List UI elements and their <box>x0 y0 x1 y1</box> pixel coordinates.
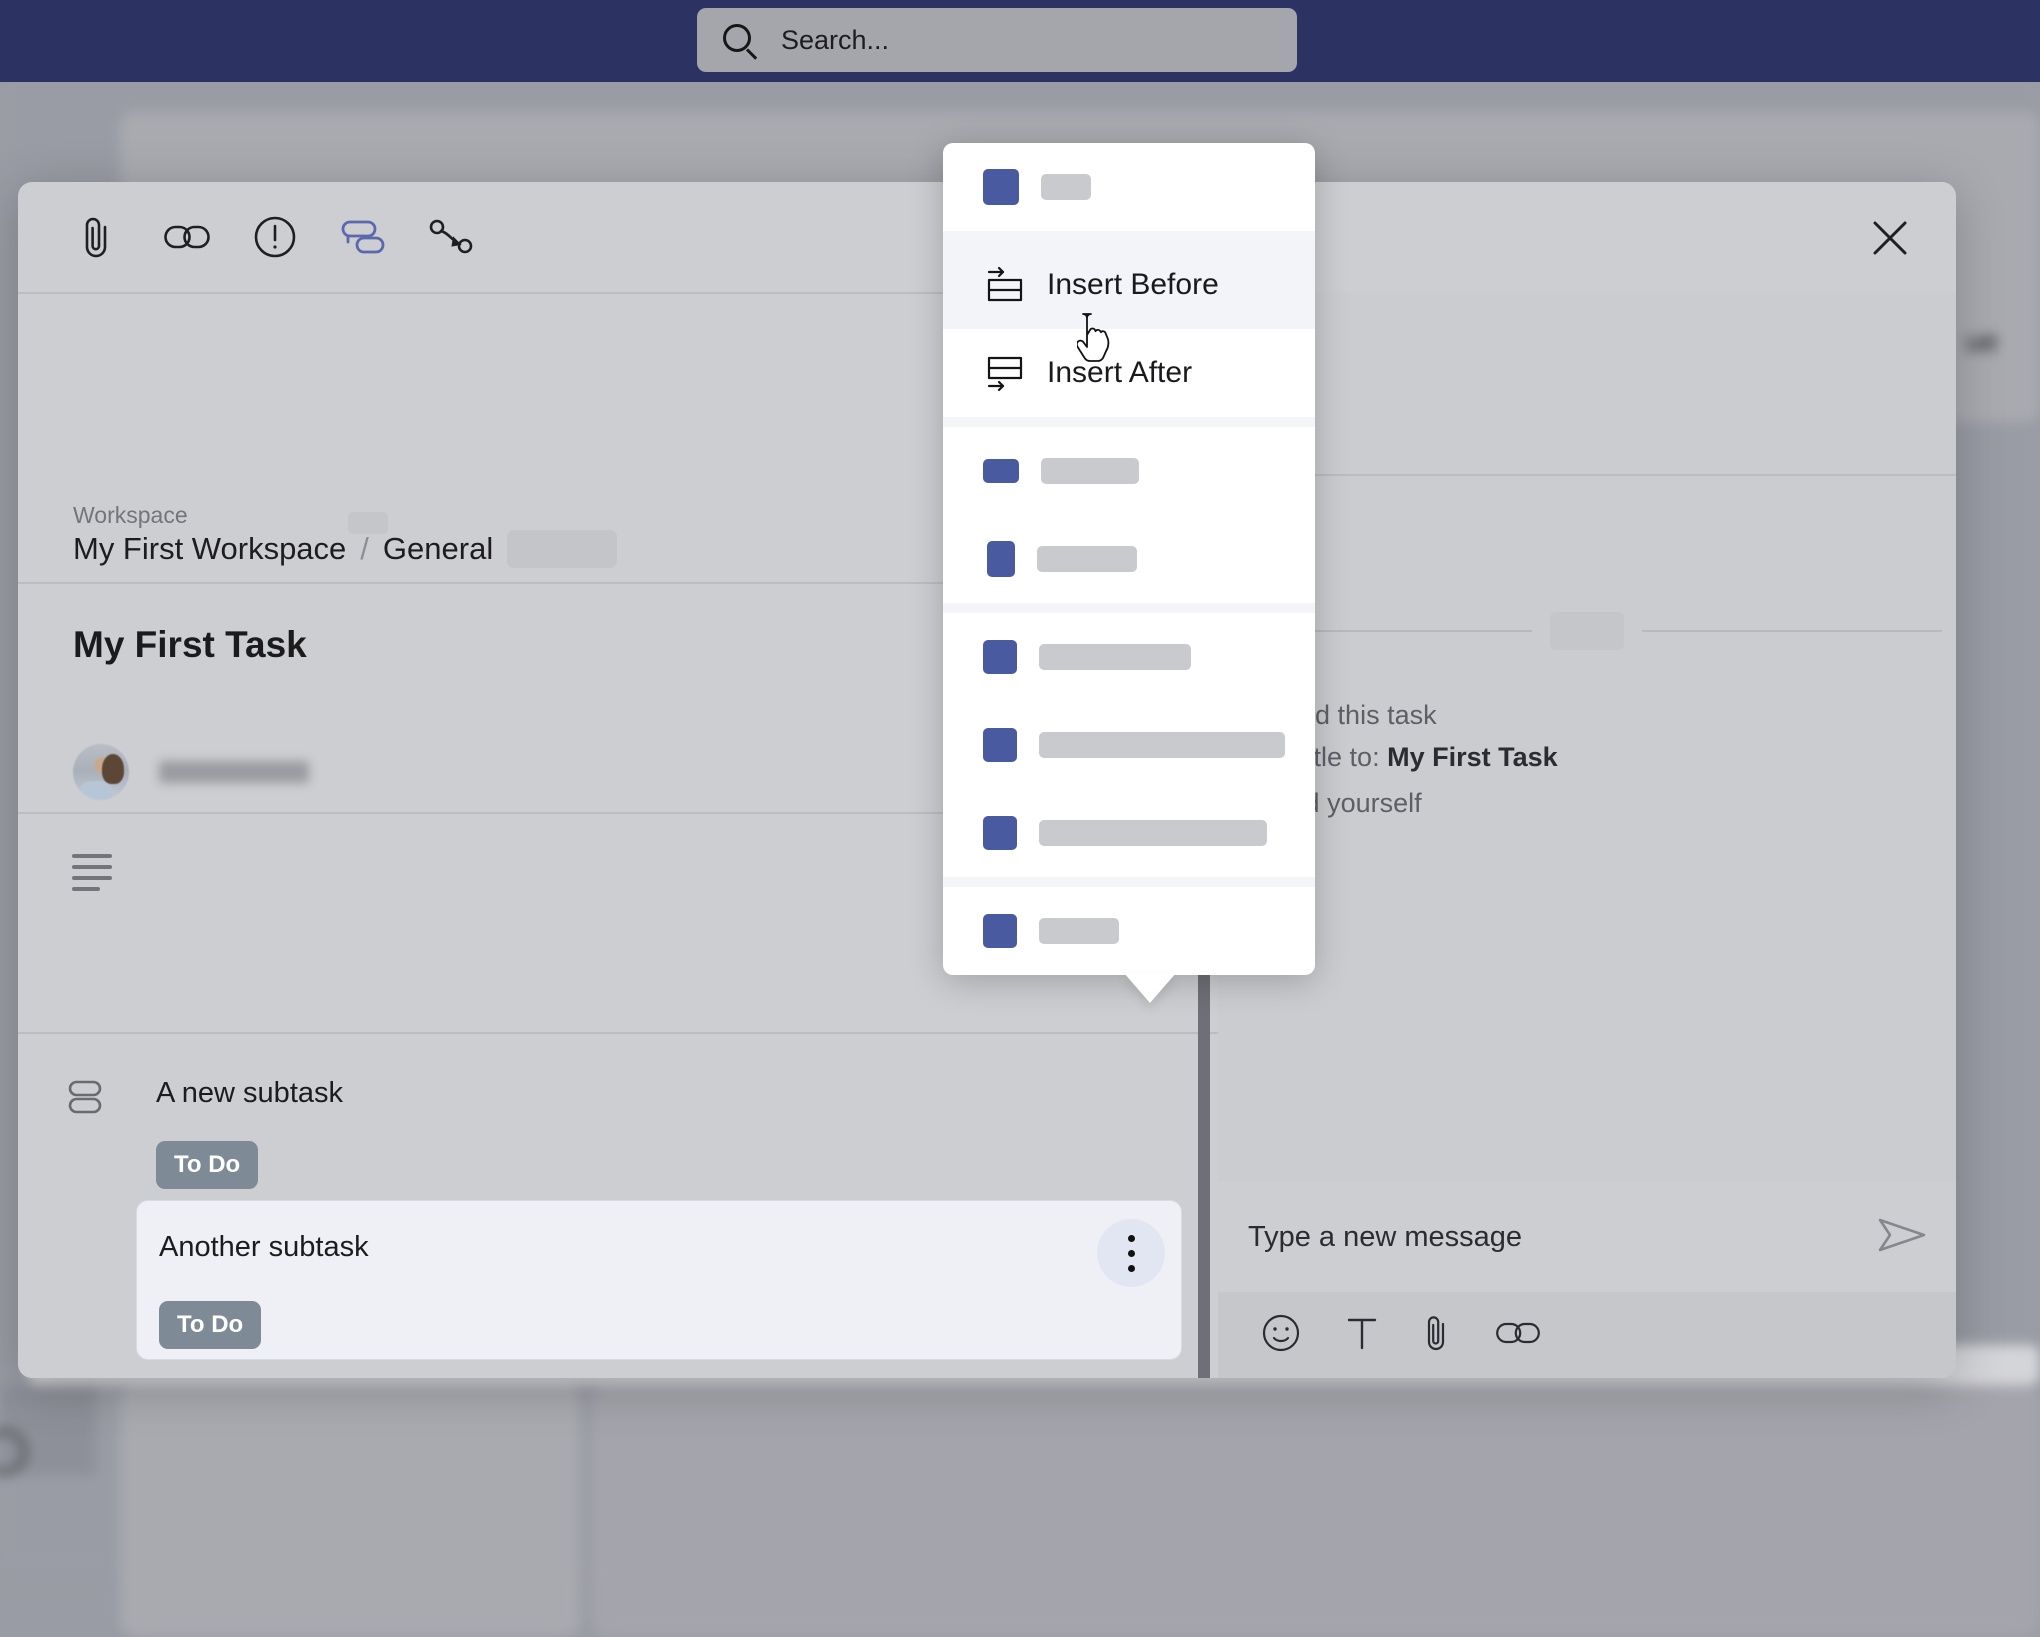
status-badge[interactable]: To Do <box>159 1301 261 1349</box>
composer-toolbar <box>1218 1292 1956 1378</box>
message-input-placeholder[interactable]: Type a new message <box>1248 1221 1522 1254</box>
avatar <box>73 744 129 800</box>
send-icon[interactable] <box>1878 1216 1926 1259</box>
paperclip-icon[interactable] <box>68 208 126 266</box>
dependency-icon[interactable] <box>422 208 480 266</box>
alert-circle-icon[interactable] <box>246 208 304 266</box>
menu-item-label: Insert After <box>1047 356 1192 390</box>
subtask-card-selected[interactable]: Another subtask To Do <box>136 1200 1182 1360</box>
menu-item-redacted[interactable] <box>943 613 1315 701</box>
menu-item-label: Insert Before <box>1047 268 1219 302</box>
menu-item-insert-before[interactable]: Insert Before <box>943 241 1315 329</box>
menu-item-label-redacted <box>1041 174 1091 200</box>
menu-divider <box>943 603 1315 613</box>
popup-pointer-arrow <box>1124 973 1176 1003</box>
description-lines-icon <box>72 854 118 900</box>
menu-item-icon <box>983 728 1017 762</box>
insert-after-icon <box>983 352 1025 394</box>
menu-section-mid <box>943 427 1315 603</box>
breadcrumb-label: Workspace <box>73 502 188 529</box>
date-chip-redacted <box>1550 612 1624 650</box>
menu-section-top <box>943 143 1315 231</box>
link-icon[interactable] <box>1496 1320 1540 1351</box>
menu-divider <box>943 877 1315 887</box>
divider <box>1218 474 1956 476</box>
menu-item-icon <box>983 169 1019 205</box>
status-badge[interactable]: To Do <box>156 1141 258 1189</box>
insert-context-menu: Insert Before Insert After <box>943 143 1315 975</box>
subtask-title[interactable]: A new subtask <box>156 1077 343 1110</box>
search-bar[interactable]: Search... <box>697 8 1297 72</box>
kebab-menu-icon[interactable] <box>1097 1219 1165 1287</box>
menu-item-icon <box>983 459 1019 483</box>
menu-item-redacted[interactable] <box>943 789 1315 877</box>
menu-item-icon <box>983 640 1017 674</box>
menu-item-label-redacted <box>1041 458 1139 484</box>
search-input-placeholder[interactable]: Search... <box>781 24 889 56</box>
background-column-left <box>120 1385 580 1637</box>
breadcrumb-separator: / <box>360 531 369 567</box>
subtask-group-icon <box>68 1080 112 1124</box>
menu-divider <box>943 417 1315 427</box>
menu-item-insert-after[interactable]: Insert After <box>943 329 1315 417</box>
menu-item-redacted[interactable] <box>943 143 1315 231</box>
breadcrumb: My First Workspace / General <box>73 530 617 568</box>
assignee-name-redacted <box>159 761 309 783</box>
menu-section-lower <box>943 613 1315 877</box>
search-icon <box>723 24 751 52</box>
menu-item-redacted[interactable] <box>943 427 1315 515</box>
link-icon[interactable] <box>158 208 216 266</box>
message-composer[interactable]: Type a new message <box>1218 1182 1956 1292</box>
menu-item-icon <box>983 914 1017 948</box>
menu-item-label-redacted <box>1039 732 1285 758</box>
menu-section-bottom <box>943 887 1315 975</box>
attachment-icon[interactable] <box>1424 1314 1450 1357</box>
page-title[interactable]: My First Task <box>73 624 307 666</box>
menu-item-redacted[interactable] <box>943 701 1315 789</box>
background-column-right <box>592 1385 2040 1637</box>
menu-section-insert: Insert Before Insert After <box>943 241 1315 417</box>
breadcrumb-chip <box>507 530 617 568</box>
breadcrumb-workspace[interactable]: My First Workspace <box>73 531 346 567</box>
menu-item-label-redacted <box>1037 546 1137 572</box>
menu-item-icon <box>983 816 1017 850</box>
menu-item-redacted[interactable] <box>943 515 1315 603</box>
breadcrumb-project[interactable]: General <box>383 531 493 567</box>
menu-divider <box>943 231 1315 241</box>
emoji-icon[interactable] <box>1262 1314 1300 1357</box>
background-partial-word: ue <box>1965 325 1998 359</box>
divider <box>18 1032 1218 1034</box>
close-icon[interactable] <box>1862 210 1918 266</box>
subtask-title[interactable]: Another subtask <box>159 1231 369 1264</box>
text-format-icon[interactable] <box>1346 1315 1378 1356</box>
top-navigation-bar: Search... <box>0 0 2040 82</box>
menu-item-label-redacted <box>1039 918 1119 944</box>
menu-item-redacted[interactable] <box>943 887 1315 975</box>
activity-date-separator <box>1218 612 1956 650</box>
menu-item-icon <box>987 541 1015 577</box>
activity-pane: created this task t the title to: My Fir… <box>1218 292 1956 1378</box>
subtask-icon[interactable] <box>334 208 392 266</box>
menu-item-label-redacted <box>1039 820 1267 846</box>
menu-item-label-redacted <box>1039 644 1191 670</box>
assignee-row[interactable] <box>73 744 309 800</box>
insert-before-icon <box>983 264 1025 306</box>
